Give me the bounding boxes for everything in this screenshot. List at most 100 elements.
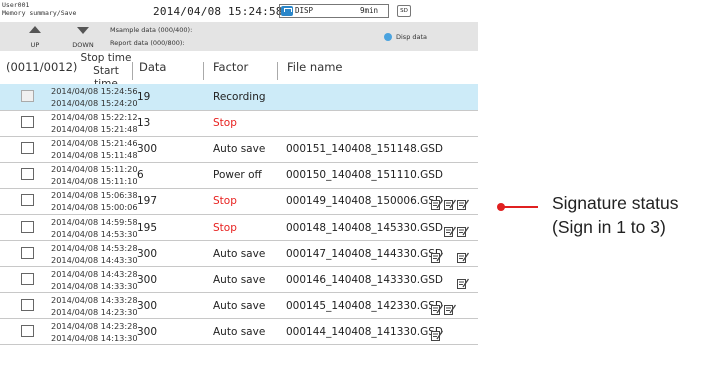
table-row[interactable]: 2014/04/08 14:59:58 2014/04/08 14:53:30 19… <box>0 215 478 241</box>
signature-3-icon <box>457 195 470 211</box>
factor: Stop <box>213 195 237 208</box>
signature-3-icon <box>457 248 470 263</box>
down-label: DOWN <box>72 41 94 49</box>
data-count: 300 <box>137 273 158 286</box>
table-header: (0011/0012) Stop time Start time Data Fa… <box>0 51 478 90</box>
annotation-title: Signature status <box>552 193 679 213</box>
stop-time: 2014/04/08 14:59:58 <box>51 216 138 227</box>
data-count: 195 <box>137 221 158 234</box>
row-checkbox[interactable] <box>21 298 34 311</box>
column-divider <box>277 62 278 80</box>
row-checkbox[interactable] <box>21 246 34 259</box>
report-count: Report data (000/800): <box>110 39 185 47</box>
row-checkbox[interactable] <box>21 220 34 233</box>
stop-time: 2014/04/08 14:43:28 <box>51 268 138 279</box>
disp-data-indicator-icon <box>384 33 392 41</box>
table-row[interactable]: 2014/04/08 14:53:28 2014/04/08 14:43:30 30… <box>0 241 478 268</box>
annotation-line <box>500 206 538 208</box>
factor: Auto save <box>213 273 266 286</box>
file-name: 000150_140408_151110.GSD <box>286 169 443 182</box>
data-count: 197 <box>137 195 158 208</box>
stop-time: 2014/04/08 15:21:46 <box>51 138 138 149</box>
display-status: DISP 9min <box>279 4 389 18</box>
factor: Auto save <box>213 299 266 312</box>
signature-1-icon <box>431 326 444 341</box>
table-row[interactable]: 2014/04/08 14:33:28 2014/04/08 14:23:30 30… <box>0 293 478 320</box>
file-name: 000144_140408_141330.GSD <box>286 325 443 338</box>
current-datetime: 2014/04/08 15:24:58 <box>153 5 283 18</box>
file-name: 000148_140408_145330.GSD <box>286 221 443 234</box>
table-row[interactable]: 2014/04/08 15:11:20 2014/04/08 15:11:10 6 P… <box>0 162 478 189</box>
table-row[interactable]: 2014/04/08 14:23:28 2014/04/08 14:13:30 30… <box>0 319 478 346</box>
row-checkbox[interactable] <box>21 324 34 337</box>
start-time: 2014/04/08 15:21:48 <box>51 124 138 135</box>
file-name-column-header[interactable]: File name <box>287 60 343 74</box>
signature-1-icon <box>431 248 444 263</box>
up-button[interactable]: UP <box>15 24 55 49</box>
disp-time: 9min <box>359 6 378 15</box>
start-time: 2014/04/08 14:43:30 <box>51 254 138 265</box>
factor: Auto save <box>213 247 266 260</box>
start-time: 2014/04/08 15:11:10 <box>51 176 138 187</box>
row-checkbox[interactable] <box>21 168 34 181</box>
data-column-header[interactable]: Data <box>139 60 166 74</box>
row-checkbox[interactable] <box>21 116 34 129</box>
data-count: 300 <box>137 299 158 312</box>
row-checkbox[interactable] <box>21 272 34 285</box>
disp-label: DISP <box>295 6 314 15</box>
signature-3-icon <box>457 222 470 237</box>
signature-3-icon <box>457 274 470 289</box>
table-row[interactable]: 2014/04/08 15:06:38 2014/04/08 15:00:06 19… <box>0 188 478 215</box>
factor: Stop <box>213 221 237 234</box>
table-row[interactable]: 2014/04/08 15:22:12 2014/04/08 15:21:48 13… <box>0 110 478 137</box>
memory-summary-screen: User001 Memory summary/Save 2014/04/08 1… <box>0 0 478 367</box>
row-times: 2014/04/08 15:24:56 2014/04/08 15:24:20 <box>51 85 138 109</box>
start-time: 2014/04/08 15:24:20 <box>51 98 138 108</box>
row-checkbox[interactable] <box>21 194 34 207</box>
stop-time: 2014/04/08 15:06:38 <box>51 190 138 201</box>
file-name: 000147_140408_144330.GSD <box>286 247 443 260</box>
row-checkbox[interactable] <box>21 142 34 155</box>
signature-status-annotation: Signature status (Sign in 1 to 3) <box>552 191 678 239</box>
data-count: 300 <box>137 247 158 260</box>
factor: Auto save <box>213 143 266 156</box>
stop-time-header: Stop time <box>80 52 132 64</box>
factor-column-header[interactable]: Factor <box>213 60 248 74</box>
factor: Recording <box>213 91 266 103</box>
start-time: 2014/04/08 14:53:30 <box>51 228 138 239</box>
row-checkbox[interactable] <box>21 90 34 102</box>
signature-1-icon <box>431 300 444 315</box>
record-count: (0011/0012) <box>6 60 78 74</box>
table-row[interactable]: 2014/04/08 14:43:28 2014/04/08 14:33:30 30… <box>0 267 478 294</box>
row-times: 2014/04/08 15:11:20 2014/04/08 15:11:10 <box>51 163 138 187</box>
stop-time: 2014/04/08 14:33:28 <box>51 294 138 305</box>
arrow-up-icon <box>29 26 41 33</box>
user-name: User001 <box>2 1 30 9</box>
signature-2-icon <box>444 222 457 237</box>
row-times: 2014/04/08 14:43:28 2014/04/08 14:33:30 <box>51 268 138 292</box>
up-label: UP <box>30 41 40 49</box>
table-row[interactable]: 2014/04/08 15:24:56 2014/04/08 15:24:20 19… <box>0 84 478 111</box>
start-time: 2014/04/08 14:33:30 <box>51 280 138 291</box>
start-time: 2014/04/08 15:11:48 <box>51 150 138 161</box>
signature-2-icon <box>444 300 457 315</box>
data-count: 19 <box>137 91 151 103</box>
data-count: 6 <box>137 169 144 182</box>
factor: Stop <box>213 117 237 130</box>
data-count: 300 <box>137 325 158 338</box>
stop-time: 2014/04/08 15:11:20 <box>51 164 138 175</box>
monitor-icon <box>281 6 293 16</box>
factor: Auto save <box>213 325 266 338</box>
start-time: 2014/04/08 14:23:30 <box>51 306 138 317</box>
table-row[interactable]: 2014/04/08 15:21:46 2014/04/08 15:11:48 30… <box>0 136 478 163</box>
data-count: 13 <box>137 117 151 130</box>
signature-2-icon <box>444 195 457 211</box>
file-name: 000146_140408_143330.GSD <box>286 273 443 286</box>
factor: Power off <box>213 169 262 182</box>
disp-data-label: Disp data <box>396 33 428 41</box>
file-name: 000145_140408_142330.GSD <box>286 299 443 312</box>
data-count: 300 <box>137 143 158 156</box>
arrow-down-icon <box>77 27 89 34</box>
start-time: 2014/04/08 14:13:30 <box>51 332 138 343</box>
down-button[interactable]: DOWN <box>63 24 103 49</box>
